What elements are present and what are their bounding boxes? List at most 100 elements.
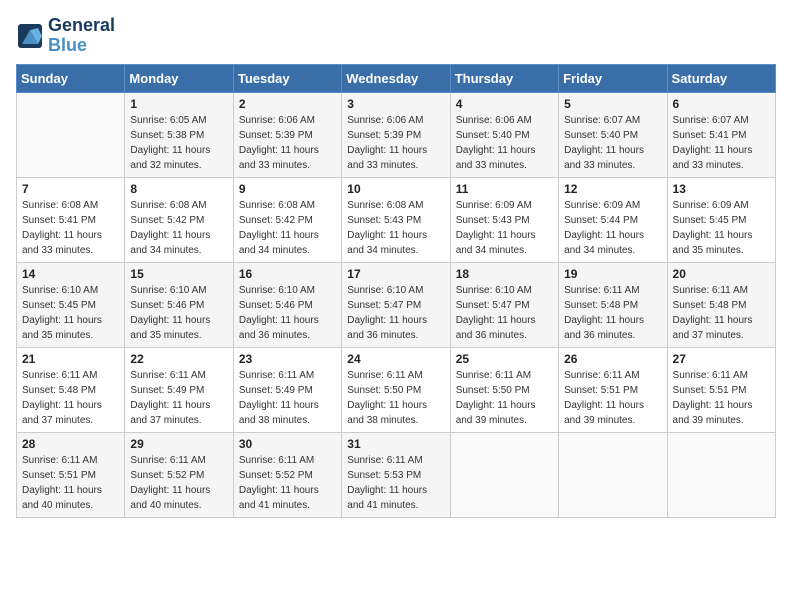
day-info: Sunrise: 6:05 AM Sunset: 5:38 PM Dayligh… [130, 113, 227, 173]
daylight-text: Daylight: 11 hours and 37 minutes. [130, 398, 227, 428]
day-cell: 6 Sunrise: 6:07 AM Sunset: 5:41 PM Dayli… [667, 92, 775, 177]
day-number: 15 [130, 267, 227, 281]
day-cell: 5 Sunrise: 6:07 AM Sunset: 5:40 PM Dayli… [559, 92, 667, 177]
logo-icon [16, 22, 44, 50]
day-number: 31 [347, 437, 444, 451]
daylight-text: Daylight: 11 hours and 33 minutes. [456, 143, 553, 173]
daylight-text: Daylight: 11 hours and 34 minutes. [564, 228, 661, 258]
day-cell [17, 92, 125, 177]
day-number: 21 [22, 352, 119, 366]
daylight-text: Daylight: 11 hours and 41 minutes. [347, 483, 444, 513]
sunset-text: Sunset: 5:52 PM [239, 468, 336, 483]
daylight-text: Daylight: 11 hours and 40 minutes. [22, 483, 119, 513]
sunrise-text: Sunrise: 6:08 AM [347, 198, 444, 213]
day-cell: 28 Sunrise: 6:11 AM Sunset: 5:51 PM Dayl… [17, 432, 125, 517]
day-number: 14 [22, 267, 119, 281]
sunset-text: Sunset: 5:50 PM [347, 383, 444, 398]
day-info: Sunrise: 6:09 AM Sunset: 5:43 PM Dayligh… [456, 198, 553, 258]
day-cell: 18 Sunrise: 6:10 AM Sunset: 5:47 PM Dayl… [450, 262, 558, 347]
daylight-text: Daylight: 11 hours and 38 minutes. [347, 398, 444, 428]
day-cell [667, 432, 775, 517]
day-cell: 26 Sunrise: 6:11 AM Sunset: 5:51 PM Dayl… [559, 347, 667, 432]
day-number: 13 [673, 182, 770, 196]
day-cell: 12 Sunrise: 6:09 AM Sunset: 5:44 PM Dayl… [559, 177, 667, 262]
day-cell: 31 Sunrise: 6:11 AM Sunset: 5:53 PM Dayl… [342, 432, 450, 517]
day-info: Sunrise: 6:10 AM Sunset: 5:46 PM Dayligh… [130, 283, 227, 343]
page-header: General Blue [16, 16, 776, 56]
sunrise-text: Sunrise: 6:10 AM [347, 283, 444, 298]
day-cell: 16 Sunrise: 6:10 AM Sunset: 5:46 PM Dayl… [233, 262, 341, 347]
day-number: 8 [130, 182, 227, 196]
day-cell: 4 Sunrise: 6:06 AM Sunset: 5:40 PM Dayli… [450, 92, 558, 177]
daylight-text: Daylight: 11 hours and 35 minutes. [130, 313, 227, 343]
day-info: Sunrise: 6:11 AM Sunset: 5:51 PM Dayligh… [564, 368, 661, 428]
daylight-text: Daylight: 11 hours and 35 minutes. [22, 313, 119, 343]
day-number: 19 [564, 267, 661, 281]
sunset-text: Sunset: 5:41 PM [673, 128, 770, 143]
sunrise-text: Sunrise: 6:08 AM [130, 198, 227, 213]
header-cell-sunday: Sunday [17, 64, 125, 92]
sunrise-text: Sunrise: 6:05 AM [130, 113, 227, 128]
sunset-text: Sunset: 5:48 PM [673, 298, 770, 313]
sunset-text: Sunset: 5:50 PM [456, 383, 553, 398]
sunset-text: Sunset: 5:43 PM [456, 213, 553, 228]
day-number: 4 [456, 97, 553, 111]
day-cell: 25 Sunrise: 6:11 AM Sunset: 5:50 PM Dayl… [450, 347, 558, 432]
sunset-text: Sunset: 5:51 PM [673, 383, 770, 398]
day-number: 30 [239, 437, 336, 451]
daylight-text: Daylight: 11 hours and 34 minutes. [239, 228, 336, 258]
daylight-text: Daylight: 11 hours and 33 minutes. [564, 143, 661, 173]
sunrise-text: Sunrise: 6:11 AM [673, 283, 770, 298]
day-number: 25 [456, 352, 553, 366]
sunset-text: Sunset: 5:41 PM [22, 213, 119, 228]
day-number: 28 [22, 437, 119, 451]
day-cell [559, 432, 667, 517]
sunset-text: Sunset: 5:47 PM [456, 298, 553, 313]
day-cell: 14 Sunrise: 6:10 AM Sunset: 5:45 PM Dayl… [17, 262, 125, 347]
day-info: Sunrise: 6:09 AM Sunset: 5:44 PM Dayligh… [564, 198, 661, 258]
sunrise-text: Sunrise: 6:07 AM [564, 113, 661, 128]
day-info: Sunrise: 6:06 AM Sunset: 5:39 PM Dayligh… [239, 113, 336, 173]
day-number: 7 [22, 182, 119, 196]
sunset-text: Sunset: 5:40 PM [456, 128, 553, 143]
daylight-text: Daylight: 11 hours and 34 minutes. [456, 228, 553, 258]
day-info: Sunrise: 6:06 AM Sunset: 5:39 PM Dayligh… [347, 113, 444, 173]
week-row-4: 21 Sunrise: 6:11 AM Sunset: 5:48 PM Dayl… [17, 347, 776, 432]
daylight-text: Daylight: 11 hours and 40 minutes. [130, 483, 227, 513]
daylight-text: Daylight: 11 hours and 33 minutes. [239, 143, 336, 173]
sunset-text: Sunset: 5:40 PM [564, 128, 661, 143]
day-cell: 9 Sunrise: 6:08 AM Sunset: 5:42 PM Dayli… [233, 177, 341, 262]
daylight-text: Daylight: 11 hours and 41 minutes. [239, 483, 336, 513]
logo: General Blue [16, 16, 115, 56]
day-info: Sunrise: 6:11 AM Sunset: 5:52 PM Dayligh… [239, 453, 336, 513]
day-info: Sunrise: 6:06 AM Sunset: 5:40 PM Dayligh… [456, 113, 553, 173]
day-info: Sunrise: 6:08 AM Sunset: 5:42 PM Dayligh… [130, 198, 227, 258]
daylight-text: Daylight: 11 hours and 35 minutes. [673, 228, 770, 258]
sunset-text: Sunset: 5:39 PM [239, 128, 336, 143]
day-cell: 23 Sunrise: 6:11 AM Sunset: 5:49 PM Dayl… [233, 347, 341, 432]
daylight-text: Daylight: 11 hours and 34 minutes. [130, 228, 227, 258]
day-number: 26 [564, 352, 661, 366]
day-number: 6 [673, 97, 770, 111]
day-info: Sunrise: 6:11 AM Sunset: 5:50 PM Dayligh… [456, 368, 553, 428]
daylight-text: Daylight: 11 hours and 39 minutes. [564, 398, 661, 428]
sunrise-text: Sunrise: 6:10 AM [22, 283, 119, 298]
sunrise-text: Sunrise: 6:11 AM [130, 368, 227, 383]
day-cell: 30 Sunrise: 6:11 AM Sunset: 5:52 PM Dayl… [233, 432, 341, 517]
day-number: 1 [130, 97, 227, 111]
day-info: Sunrise: 6:11 AM Sunset: 5:51 PM Dayligh… [673, 368, 770, 428]
header-cell-thursday: Thursday [450, 64, 558, 92]
week-row-5: 28 Sunrise: 6:11 AM Sunset: 5:51 PM Dayl… [17, 432, 776, 517]
day-info: Sunrise: 6:11 AM Sunset: 5:49 PM Dayligh… [130, 368, 227, 428]
day-number: 22 [130, 352, 227, 366]
day-info: Sunrise: 6:11 AM Sunset: 5:49 PM Dayligh… [239, 368, 336, 428]
sunrise-text: Sunrise: 6:09 AM [456, 198, 553, 213]
sunrise-text: Sunrise: 6:11 AM [239, 368, 336, 383]
week-row-3: 14 Sunrise: 6:10 AM Sunset: 5:45 PM Dayl… [17, 262, 776, 347]
daylight-text: Daylight: 11 hours and 39 minutes. [673, 398, 770, 428]
day-cell: 1 Sunrise: 6:05 AM Sunset: 5:38 PM Dayli… [125, 92, 233, 177]
day-info: Sunrise: 6:10 AM Sunset: 5:47 PM Dayligh… [347, 283, 444, 343]
day-cell: 29 Sunrise: 6:11 AM Sunset: 5:52 PM Dayl… [125, 432, 233, 517]
day-cell: 21 Sunrise: 6:11 AM Sunset: 5:48 PM Dayl… [17, 347, 125, 432]
sunrise-text: Sunrise: 6:07 AM [673, 113, 770, 128]
